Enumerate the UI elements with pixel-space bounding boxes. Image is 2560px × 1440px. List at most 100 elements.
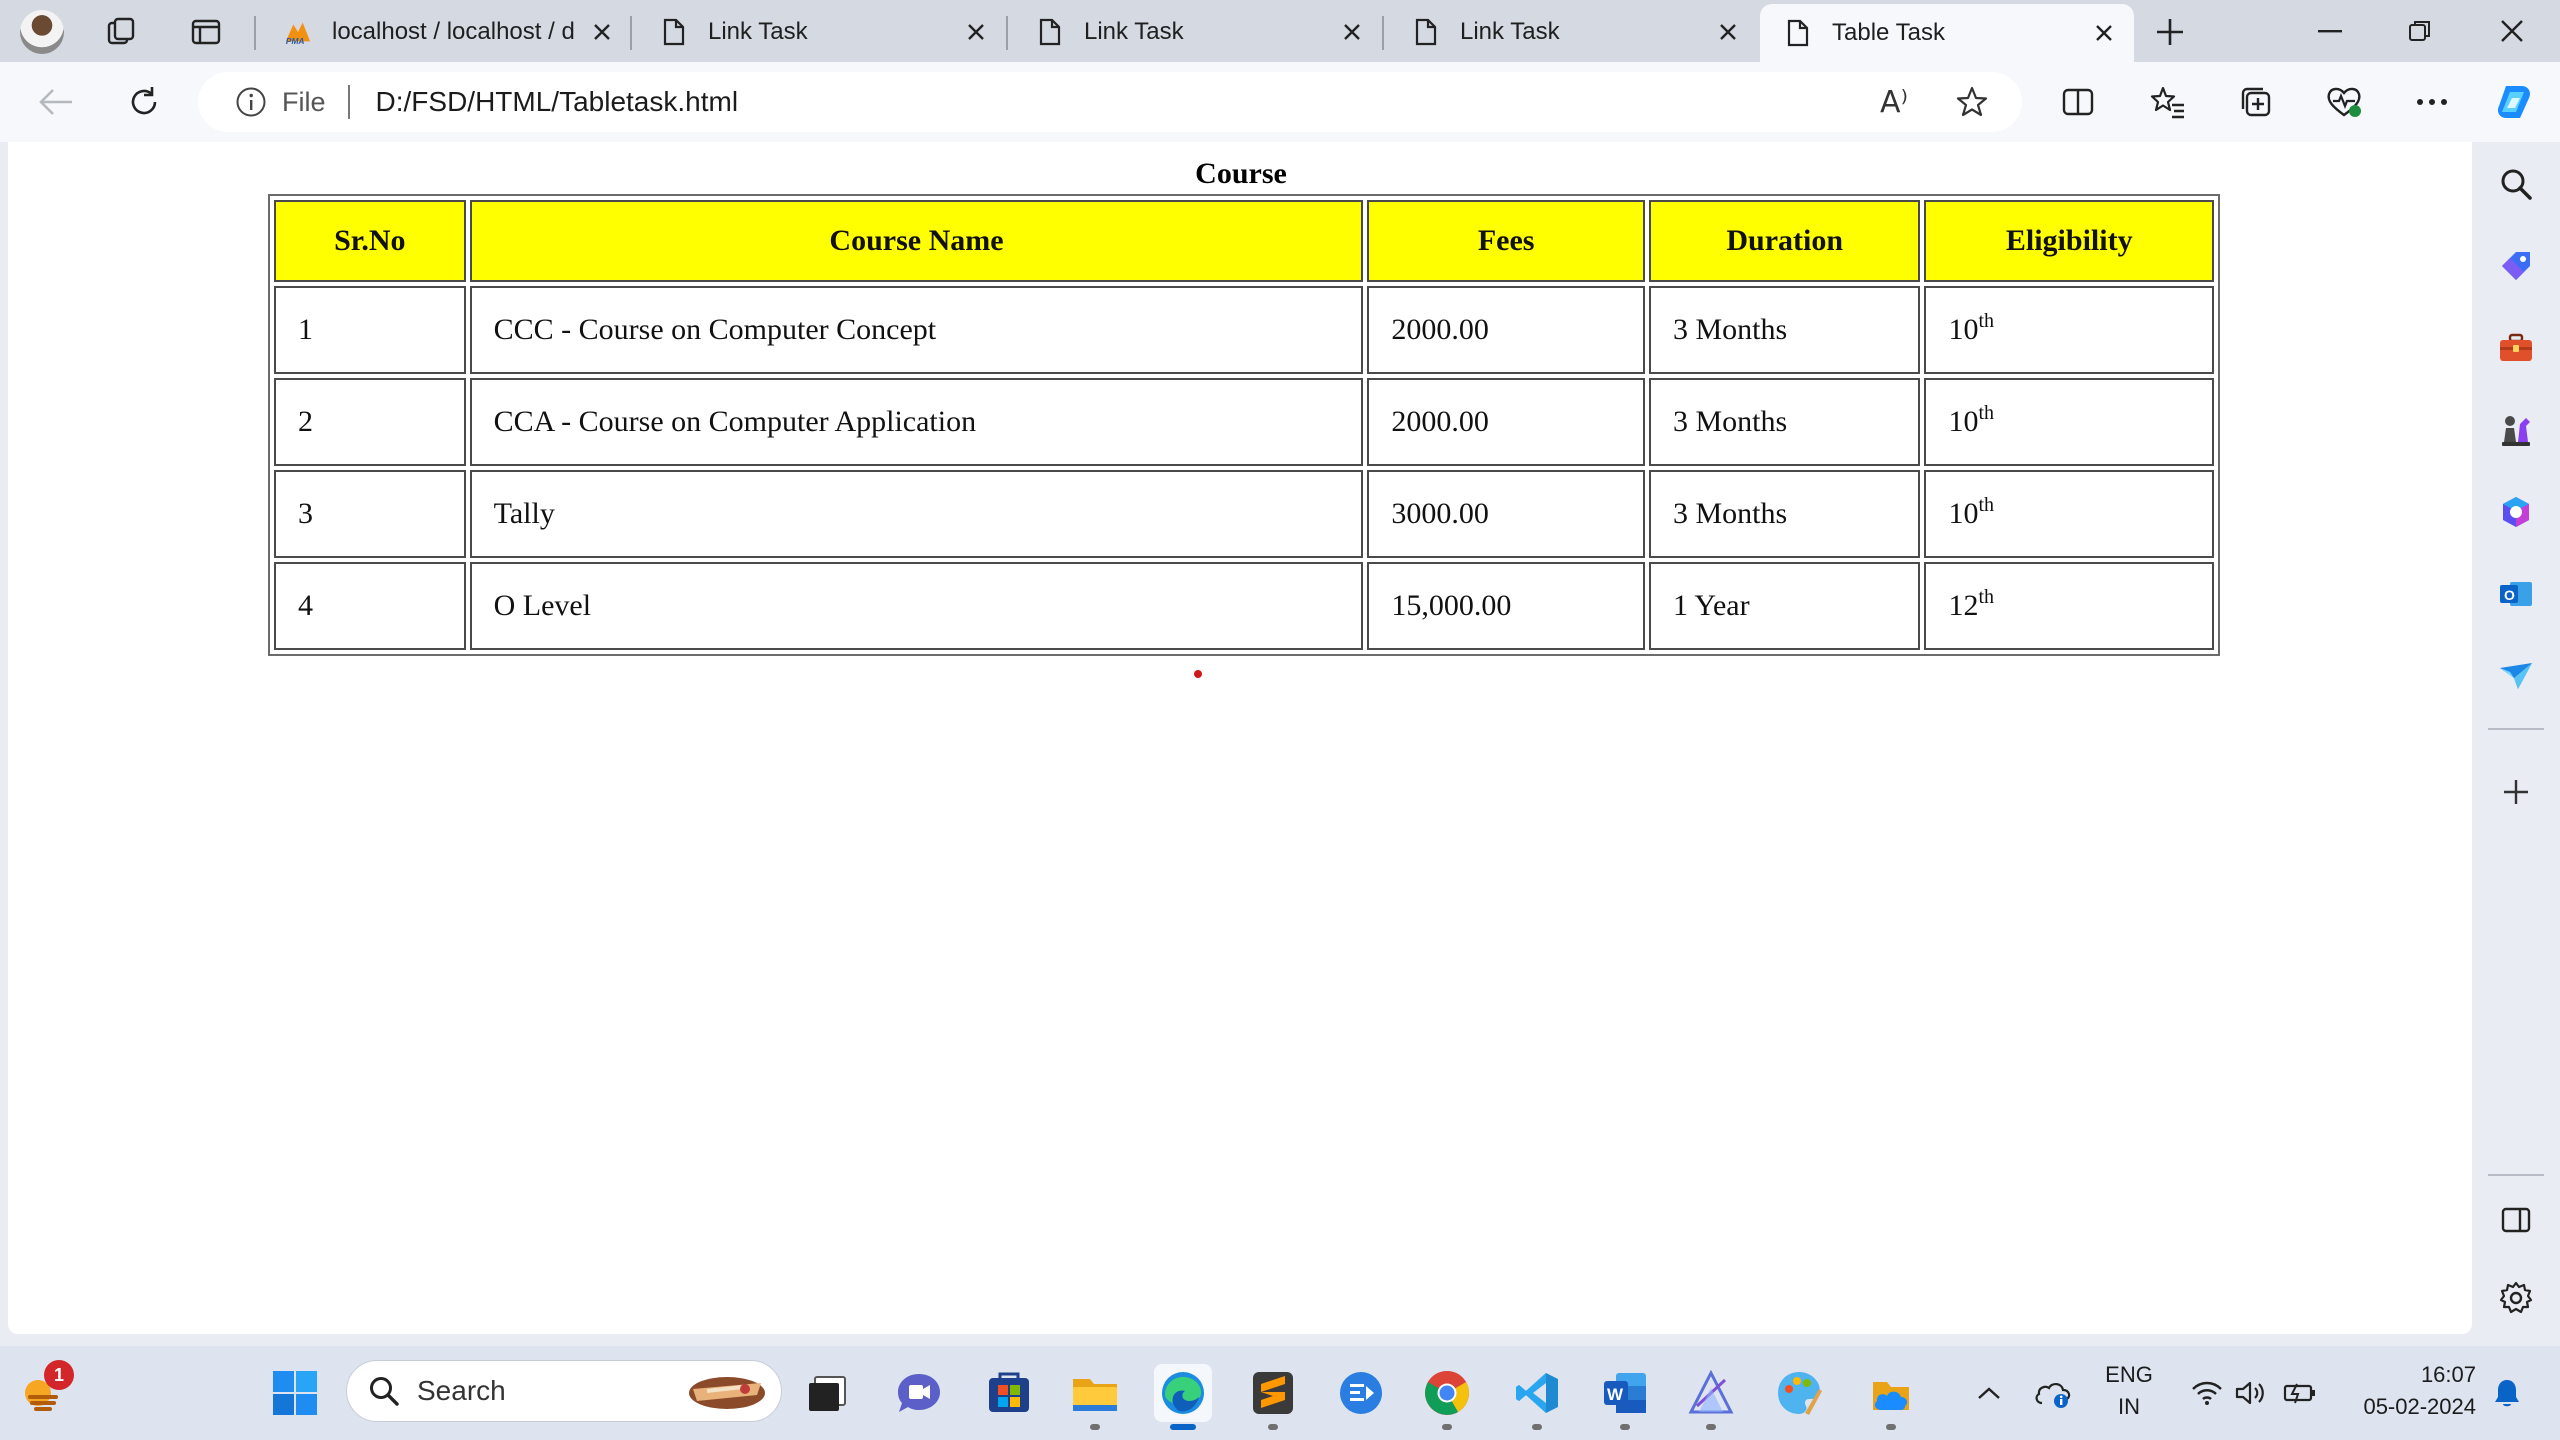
course-table: Sr.No Course Name Fees Duration Eligibil… xyxy=(268,194,2220,656)
eligibility-number: 10 xyxy=(1948,497,1979,530)
notification-badge: 1 xyxy=(44,1360,74,1390)
tab-link-task-1[interactable]: Link Task xyxy=(636,6,1006,58)
search-icon[interactable] xyxy=(2490,158,2542,210)
cell-eligibility: 10th xyxy=(1924,378,2214,466)
onedrive-files-icon[interactable] xyxy=(1862,1364,1920,1430)
table-row: 2 CCA - Course on Computer Application 2… xyxy=(274,378,2214,466)
browser-toolbar: File D:/FSD/HTML/Tabletask.html A⁾ xyxy=(0,62,2560,142)
eligibility-number: 12 xyxy=(1948,589,1979,622)
edge-browser-icon[interactable] xyxy=(1154,1364,1212,1430)
language-indicator[interactable]: ENG IN xyxy=(2096,1362,2162,1420)
tab-table-task[interactable]: Table Task xyxy=(1760,4,2134,62)
clock[interactable]: 16:07 05-02-2024 xyxy=(2340,1362,2476,1420)
send-drop-icon[interactable] xyxy=(2490,650,2542,702)
task-view-icon[interactable] xyxy=(798,1364,856,1422)
close-window-icon[interactable] xyxy=(2476,8,2548,54)
info-icon[interactable] xyxy=(234,85,268,119)
search-icon xyxy=(367,1374,401,1408)
start-windows-icon[interactable] xyxy=(266,1364,324,1422)
cell-eligibility: 12th xyxy=(1924,562,2214,650)
more-options-icon[interactable] xyxy=(2406,76,2458,128)
search-placeholder: Search xyxy=(417,1375,506,1406)
file-explorer-icon[interactable] xyxy=(1066,1364,1124,1430)
eligibility-suffix: th xyxy=(1978,402,1995,424)
header-eligibility: Eligibility xyxy=(1924,200,2214,282)
chrome-icon[interactable] xyxy=(1418,1364,1476,1430)
read-aloud-icon[interactable]: A⁾ xyxy=(1868,76,1920,128)
hide-sidebar-icon[interactable] xyxy=(2490,1194,2542,1246)
close-icon[interactable] xyxy=(1334,14,1370,50)
language-code: ENG xyxy=(2105,1362,2153,1387)
cell-fees: 2000.00 xyxy=(1367,378,1645,466)
svg-text:PMA: PMA xyxy=(286,36,305,46)
tab-label: Link Task xyxy=(1084,18,1184,45)
notification-bell-icon[interactable] xyxy=(2478,1364,2536,1422)
weather-widget-icon[interactable]: 1 xyxy=(12,1360,74,1424)
media-app-icon[interactable] xyxy=(1332,1364,1390,1422)
microsoft-365-icon[interactable] xyxy=(2490,486,2542,538)
copilot-icon[interactable] xyxy=(2488,76,2540,128)
taskbar-search-box[interactable]: Search xyxy=(346,1360,782,1422)
cell-course-name: O Level xyxy=(469,562,1364,650)
cell-fees: 15,000.00 xyxy=(1367,562,1645,650)
address-bar[interactable]: File D:/FSD/HTML/Tabletask.html xyxy=(198,72,2022,132)
paint-icon[interactable] xyxy=(1770,1364,1828,1422)
new-tab-icon[interactable] xyxy=(2148,10,2192,54)
cell-duration: 1 Year xyxy=(1648,562,1921,650)
tools-briefcase-icon[interactable] xyxy=(2490,322,2542,374)
page-icon xyxy=(1412,18,1440,46)
games-chess-icon[interactable] xyxy=(2490,404,2542,456)
eligibility-suffix: th xyxy=(1978,494,1995,516)
minimize-icon[interactable] xyxy=(2294,8,2366,54)
settings-gear-icon[interactable] xyxy=(2490,1272,2542,1324)
header-sr-no: Sr.No xyxy=(274,200,466,282)
drawing-app-icon[interactable] xyxy=(1682,1364,1740,1430)
profile-avatar[interactable] xyxy=(20,10,64,54)
word-icon[interactable]: W xyxy=(1596,1364,1654,1430)
eligibility-number: 10 xyxy=(1948,313,1979,346)
back-arrow-icon[interactable] xyxy=(30,76,82,128)
close-icon[interactable] xyxy=(584,14,620,50)
tab-localhost[interactable]: PMA localhost / localhost / d xyxy=(260,6,632,58)
favorite-star-icon[interactable] xyxy=(1946,76,1998,128)
restore-icon[interactable] xyxy=(2384,8,2456,54)
cursor-dot xyxy=(1194,670,1202,678)
eligibility-suffix: th xyxy=(1978,586,1995,608)
cell-sr-no: 4 xyxy=(274,562,466,650)
url-text[interactable]: D:/FSD/HTML/Tabletask.html xyxy=(376,86,739,118)
split-screen-icon[interactable] xyxy=(2052,76,2104,128)
cell-course-name: CCC - Course on Computer Concept xyxy=(469,286,1364,374)
table-header-row: Sr.No Course Name Fees Duration Eligibil… xyxy=(274,200,2214,282)
tab-link-task-2[interactable]: Link Task xyxy=(1012,6,1382,58)
close-icon[interactable] xyxy=(2086,15,2122,51)
outlook-icon[interactable]: O xyxy=(2490,568,2542,620)
microsoft-store-icon[interactable] xyxy=(980,1364,1038,1422)
refresh-icon[interactable] xyxy=(118,76,170,128)
edge-sidebar: O xyxy=(2472,142,2560,1334)
favorites-icon[interactable] xyxy=(2142,76,2194,128)
course-table-section: Course Sr.No Course Name Fees Duration E… xyxy=(268,156,2220,656)
eligibility-number: 10 xyxy=(1948,405,1979,438)
clock-time: 16:07 xyxy=(2420,1362,2476,1387)
vscode-icon[interactable] xyxy=(1508,1364,1566,1430)
tab-label: Link Task xyxy=(1460,18,1560,45)
teams-chat-icon[interactable] xyxy=(890,1364,948,1422)
browser-essentials-icon[interactable] xyxy=(2318,76,2370,128)
cell-sr-no: 2 xyxy=(274,378,466,466)
sublime-text-icon[interactable] xyxy=(1244,1364,1302,1430)
battery-icon[interactable] xyxy=(2272,1364,2330,1422)
onedrive-sync-icon[interactable] xyxy=(2024,1364,2082,1422)
add-sidebar-app-icon[interactable] xyxy=(2490,766,2542,818)
cell-eligibility: 10th xyxy=(1924,286,2214,374)
collections-icon[interactable] xyxy=(2230,76,2282,128)
cell-sr-no: 3 xyxy=(274,470,466,558)
show-hidden-icons-chevron-icon[interactable] xyxy=(1960,1364,2018,1422)
close-icon[interactable] xyxy=(958,14,994,50)
workspaces-icon[interactable] xyxy=(100,10,144,54)
table-row: 1 CCC - Course on Computer Concept 2000.… xyxy=(274,286,2214,374)
tab-link-task-3[interactable]: Link Task xyxy=(1388,6,1758,58)
close-icon[interactable] xyxy=(1710,14,1746,50)
tab-actions-icon[interactable] xyxy=(184,10,228,54)
tab-label: Table Task xyxy=(1832,19,1945,46)
shopping-tag-icon[interactable] xyxy=(2490,240,2542,292)
